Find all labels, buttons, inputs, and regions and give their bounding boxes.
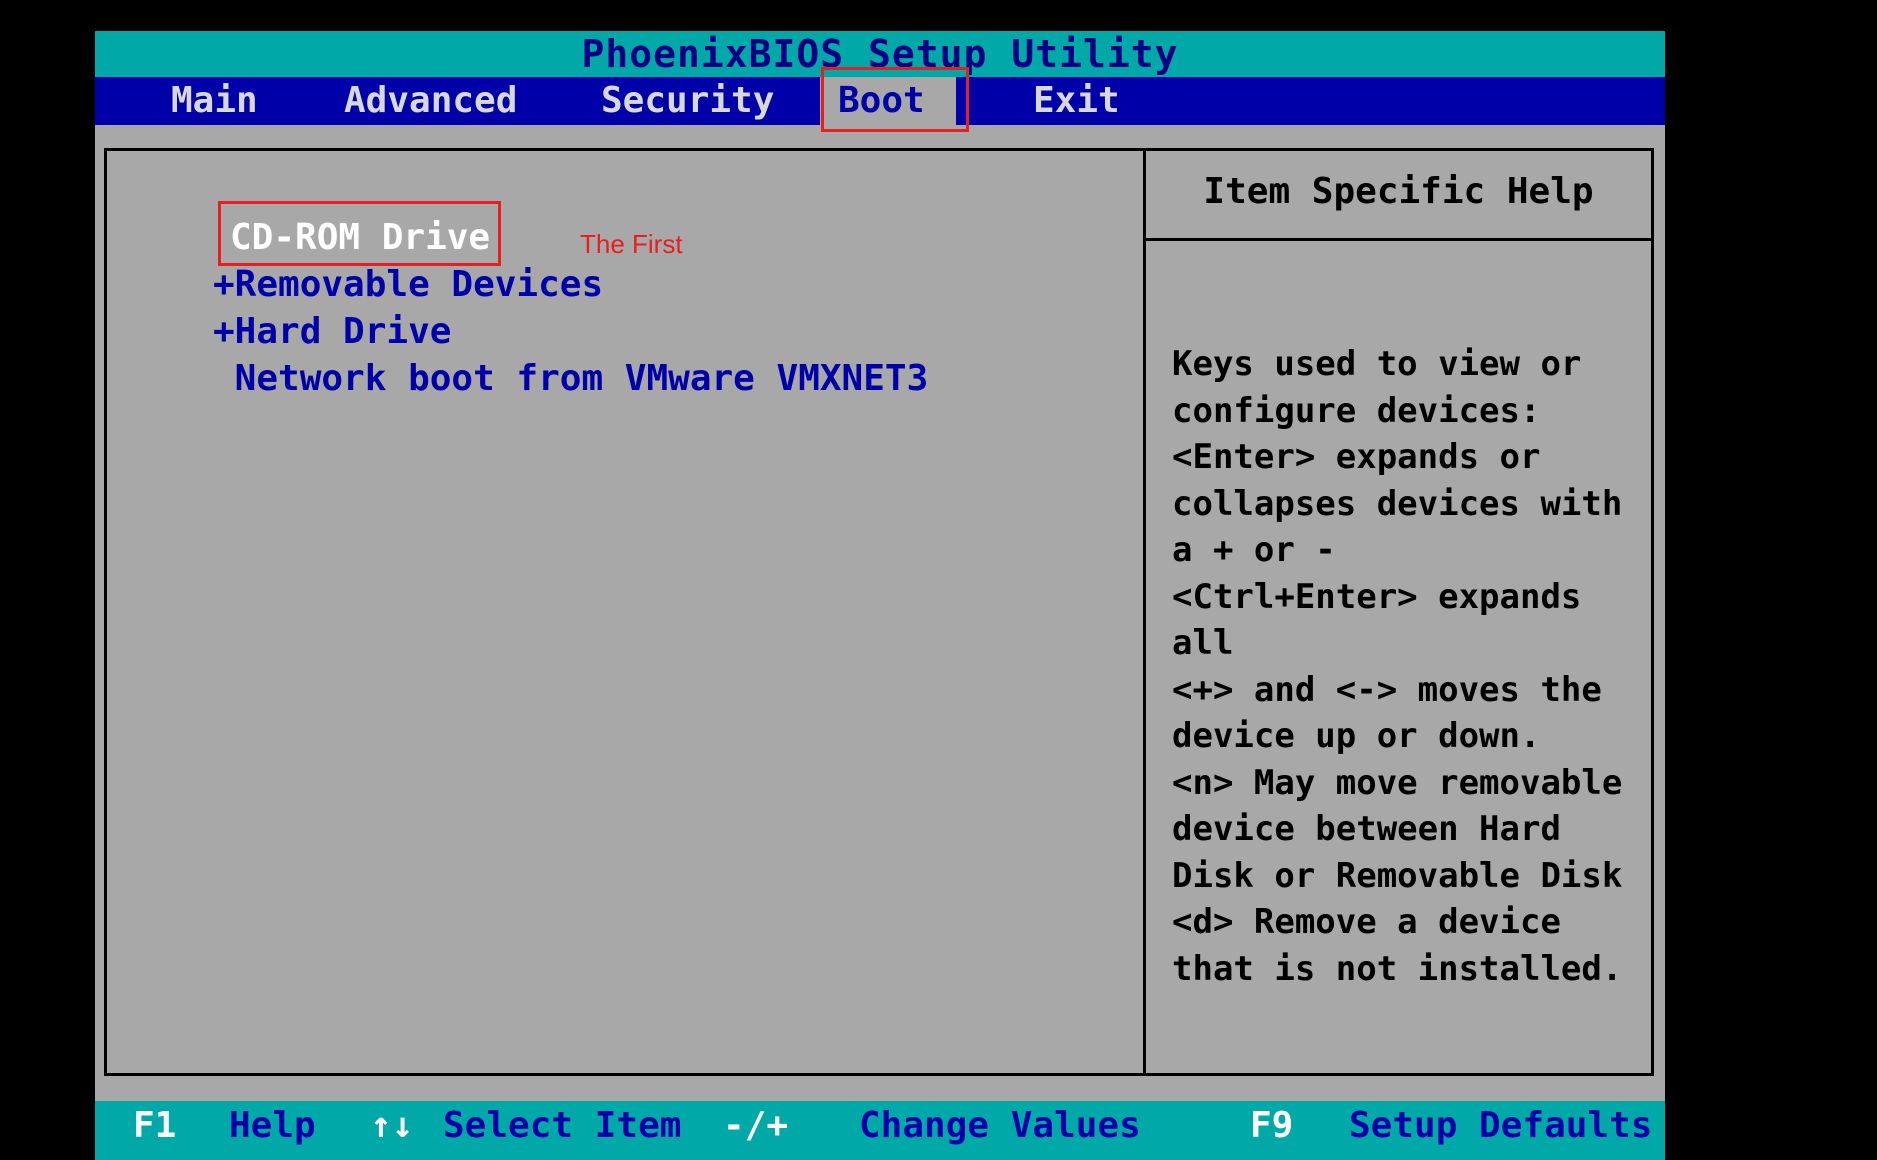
menu-exit[interactable]: Exit (1015, 77, 1138, 125)
menu-security[interactable]: Security (583, 77, 792, 125)
help-line: all (1172, 623, 1234, 663)
bios-screen: PhoenixBIOS Setup Utility Main Advanced … (95, 31, 1665, 1160)
help-line: collapses devices with (1172, 483, 1623, 524)
help-line: device between Hard (1172, 809, 1561, 849)
menu-main[interactable]: Main (153, 77, 276, 125)
help-line: <d> Remove a device (1172, 902, 1561, 942)
help-line: Keys used to view or (1172, 344, 1582, 384)
help-line: configure devices: (1172, 390, 1541, 431)
key-f1: F1 (133, 1105, 177, 1146)
boot-item-network[interactable]: Network boot from VMware VMXNET3 (213, 358, 929, 399)
boot-item-cdrom[interactable]: CD-ROM Drive (230, 217, 490, 258)
help-line: device up or down. (1172, 716, 1541, 756)
menu-boot[interactable]: Boot (820, 77, 956, 125)
menu-bar: Main Advanced Security Boot Exit (95, 77, 1665, 125)
key-f9-desc: Setup Defaults (1349, 1105, 1653, 1146)
frame-divider (1143, 148, 1146, 1076)
key-f9: F9 (1250, 1105, 1294, 1146)
boot-item-hard-drive[interactable]: +Hard Drive (213, 311, 451, 352)
help-line: a + or - (1172, 530, 1336, 570)
boot-item-removable[interactable]: +Removable Devices (213, 264, 603, 305)
help-line: <+> and <-> moves the (1172, 669, 1602, 710)
help-text: Keys used to view or configure devices: … (1172, 341, 1642, 992)
menu-advanced[interactable]: Advanced (326, 77, 535, 125)
key-f1-desc: Help (229, 1105, 316, 1146)
title-bar: PhoenixBIOS Setup Utility (95, 31, 1665, 77)
key-minus-plus: -/+ (723, 1105, 789, 1146)
annotation-label: The First (580, 229, 683, 259)
help-line: <n> May move removable (1172, 762, 1623, 803)
help-title: Item Specific Help (1203, 171, 1594, 212)
key-arrows-desc: Select Item (443, 1105, 682, 1146)
help-divider (1146, 238, 1651, 241)
key-arrows: ↑↓ (370, 1105, 414, 1146)
help-line: <Enter> expands or (1172, 437, 1541, 477)
status-bar: F1 Help ↑↓ Select Item -/+ Change Values… (95, 1101, 1665, 1160)
key-minus-plus-desc: Change Values (859, 1105, 1141, 1146)
help-line: <Ctrl+Enter> expands (1172, 576, 1582, 617)
help-line: Disk or Removable Disk (1172, 855, 1623, 896)
help-line: that is not installed. (1172, 948, 1623, 989)
